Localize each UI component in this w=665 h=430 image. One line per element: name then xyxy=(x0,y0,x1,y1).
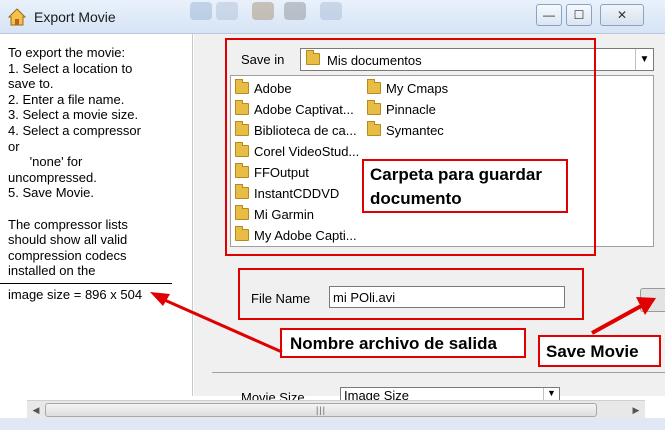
background-toolbar-icon xyxy=(252,2,274,20)
window-title: Export Movie xyxy=(34,9,116,25)
minimize-button[interactable]: — xyxy=(536,4,562,26)
help-line: The compressor lists xyxy=(8,216,128,232)
folder-highlight-box xyxy=(225,38,596,256)
grip-icon: ||| xyxy=(315,405,326,415)
horizontal-scrollbar[interactable]: ◀ ||| ▶ xyxy=(27,400,645,418)
maximize-button[interactable]: ☐ xyxy=(566,4,592,26)
background-toolbar-icon xyxy=(320,2,342,20)
help-line: compression codecs xyxy=(8,247,127,263)
help-panel: To export the movie: 1. Select a locatio… xyxy=(0,34,193,396)
window-bottom-border xyxy=(0,418,665,430)
help-line: installed on the xyxy=(8,263,96,279)
close-button[interactable]: ✕ xyxy=(600,4,644,26)
help-line: or xyxy=(8,138,20,154)
help-line: To export the movie: xyxy=(8,45,126,60)
output-name-annotation-text: Nombre archivo de salida xyxy=(290,334,497,353)
scroll-thumb[interactable]: ||| xyxy=(45,403,597,417)
help-line: should show all valid xyxy=(8,232,128,248)
save-movie-annotation: Save Movie xyxy=(538,335,661,367)
folder-annotation: Carpeta para guardar documento xyxy=(362,159,568,213)
file-name-highlight-box xyxy=(238,268,584,320)
scroll-corner xyxy=(0,396,27,418)
save-movie-annotation-text: Save Movie xyxy=(546,342,639,361)
help-line: save to. xyxy=(8,76,54,92)
background-toolbar-icon xyxy=(284,2,306,20)
scroll-left-icon[interactable]: ◀ xyxy=(27,401,45,419)
help-line: 1. Select a location to xyxy=(8,60,133,76)
folder-annotation-text: Carpeta para guardar documento xyxy=(370,165,542,208)
help-line: 3. Select a movie size. xyxy=(8,107,139,123)
movie-size-dropdown[interactable]: Image Size ▼ xyxy=(340,387,560,401)
help-line: 4. Select a compressor xyxy=(8,122,141,138)
output-name-annotation: Nombre archivo de salida xyxy=(280,328,526,358)
chevron-down-icon[interactable]: ▼ xyxy=(635,49,653,70)
maximize-icon: ☐ xyxy=(573,8,585,22)
help-line: 2. Enter a file name. xyxy=(8,91,125,107)
divider xyxy=(0,283,172,284)
divider xyxy=(212,372,665,373)
close-icon: ✕ xyxy=(616,8,628,22)
help-line: uncompressed. xyxy=(8,169,97,185)
background-toolbar-icon xyxy=(216,2,238,20)
save-movie-button[interactable] xyxy=(640,288,665,312)
title-bar: Export Movie — ☐ ✕ xyxy=(0,0,665,34)
home-app-icon xyxy=(8,8,26,26)
help-line xyxy=(8,201,188,217)
help-line: 'none' for xyxy=(8,154,83,170)
minimize-icon: — xyxy=(543,8,555,22)
background-toolbar-icon xyxy=(190,2,212,20)
help-text: To export the movie: 1. Select a locatio… xyxy=(8,45,188,279)
image-size-text: image size = 896 x 504 xyxy=(8,287,143,302)
scroll-right-icon[interactable]: ▶ xyxy=(627,401,645,419)
help-line: 5. Save Movie. xyxy=(8,185,94,201)
